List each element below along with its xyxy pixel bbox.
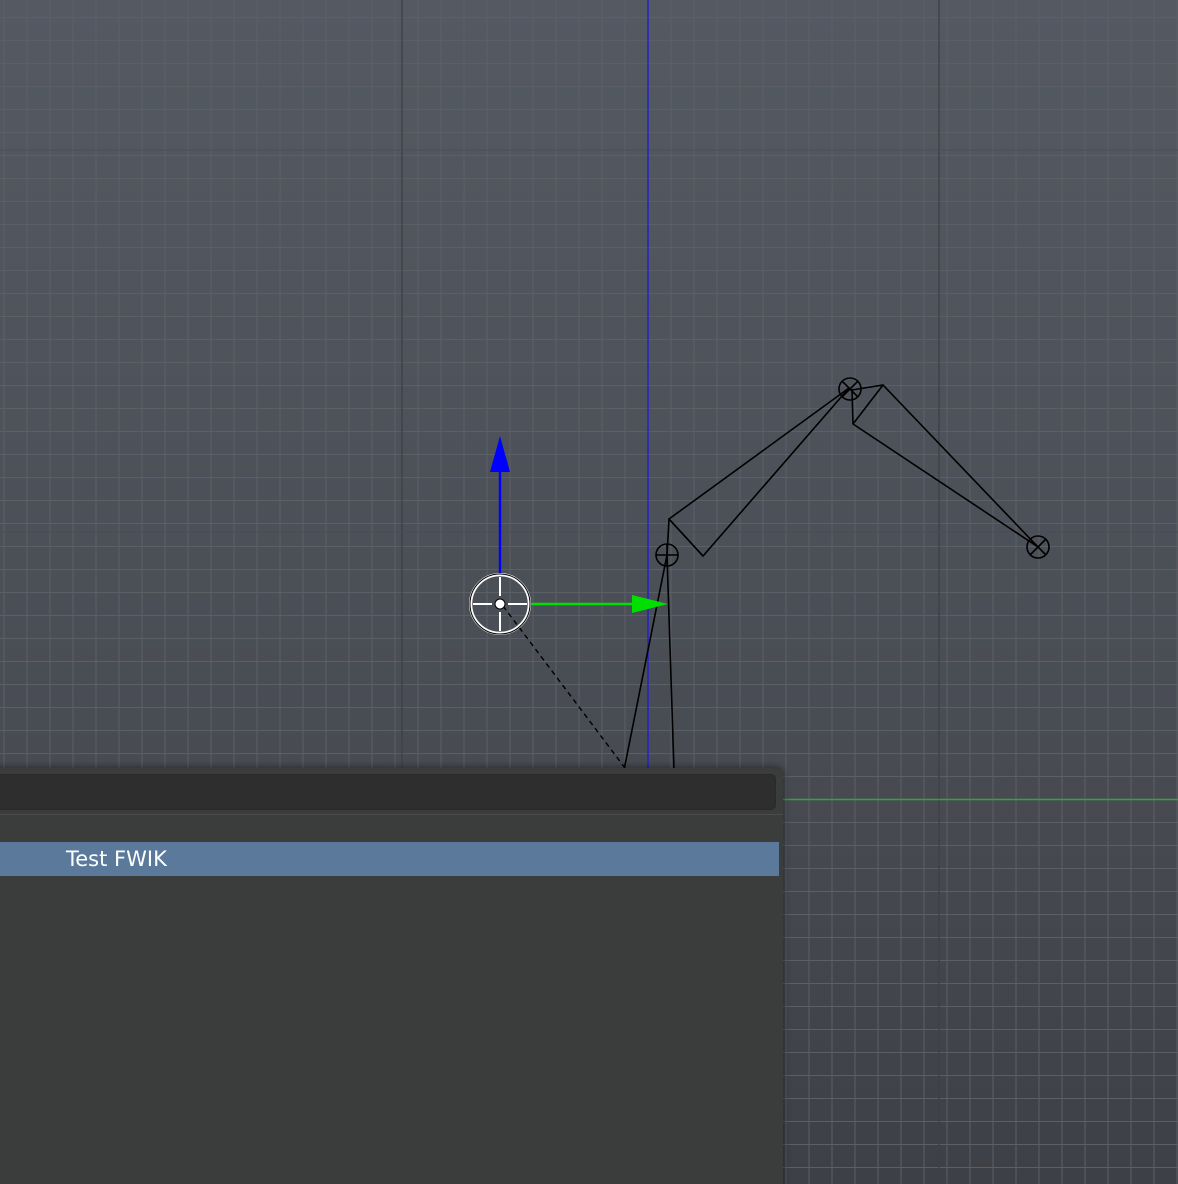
search-result-item[interactable]: Test FWIK: [0, 842, 779, 876]
bone-base[interactable]: [623, 554, 675, 771]
operator-search-menu[interactable]: Test FWIK: [0, 768, 783, 1184]
bone-upper-arm-edge: [668, 518, 704, 557]
3d-cursor-icon[interactable]: [469, 573, 531, 635]
gizmo-y-arrow[interactable]: [632, 595, 668, 613]
bone-joint-icon[interactable]: [655, 543, 679, 567]
bone-forearm[interactable]: [851, 384, 1039, 548]
search-results-list: Test FWIK: [0, 842, 779, 876]
armature[interactable]: [623, 384, 1039, 771]
3d-viewport[interactable]: Test FWIK: [0, 0, 1178, 1184]
relationship-line: [502, 605, 629, 773]
search-result-label: Test FWIK: [66, 847, 167, 871]
divider: [0, 814, 783, 815]
search-input[interactable]: [0, 774, 776, 810]
bone-upper-arm[interactable]: [667, 387, 850, 558]
